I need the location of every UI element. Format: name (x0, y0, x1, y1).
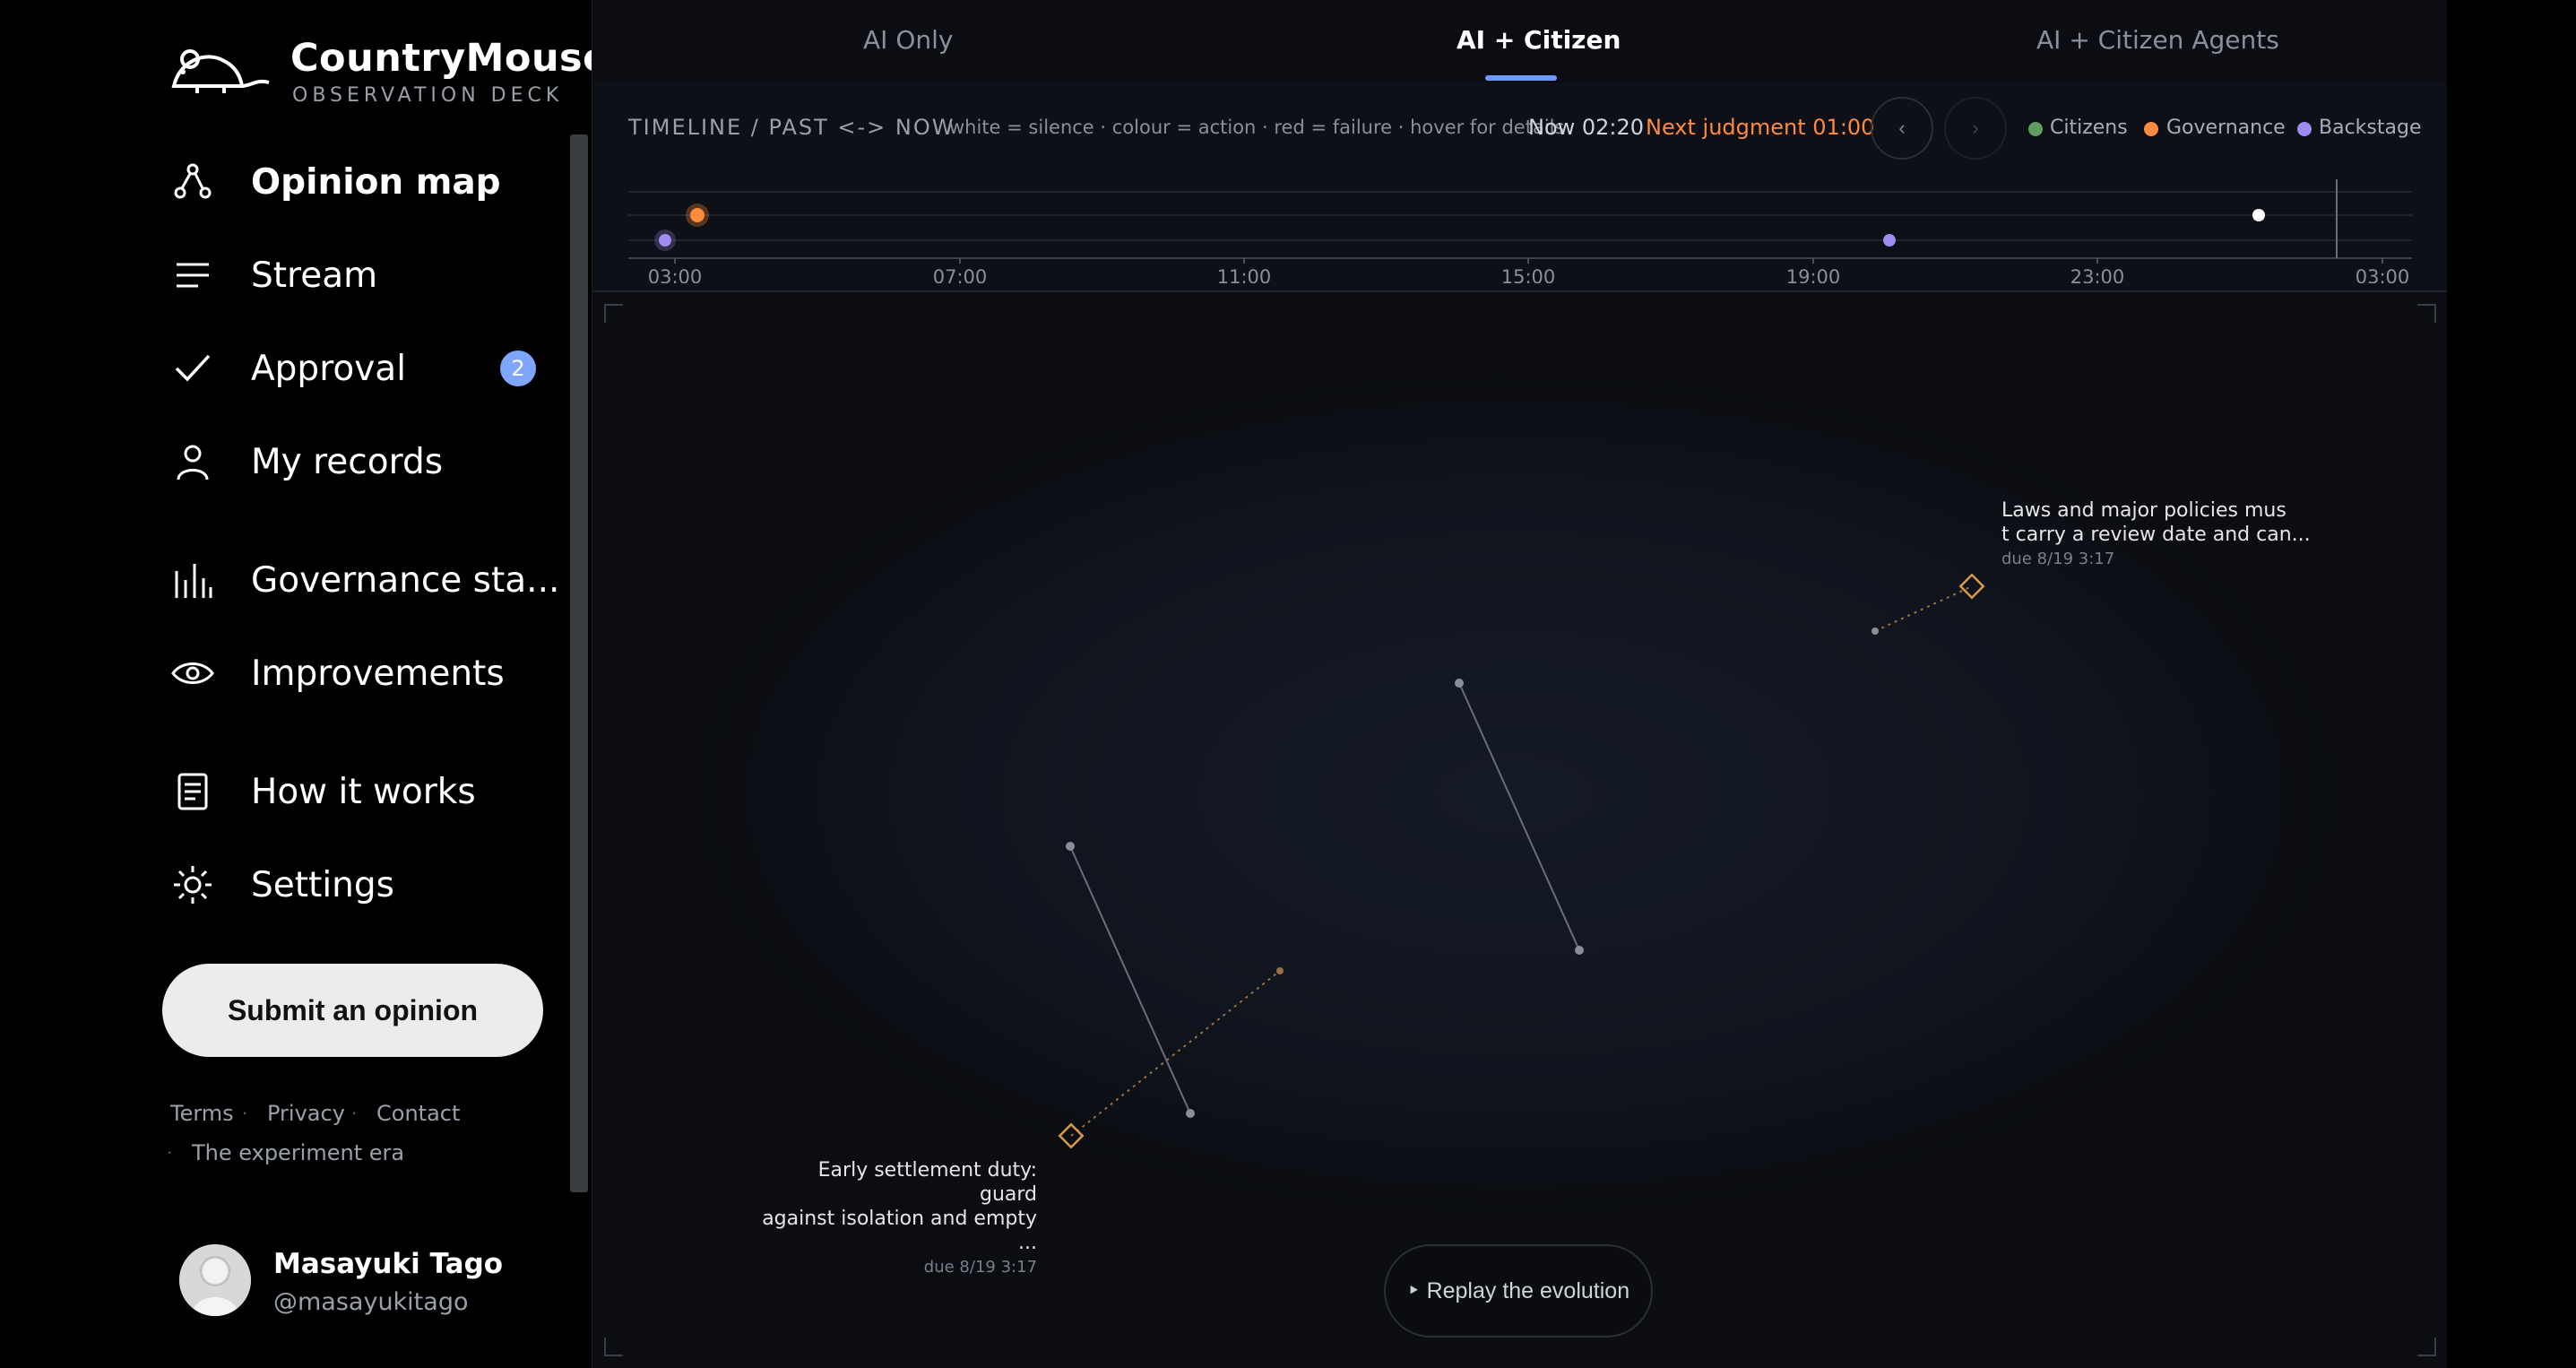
experiment-era-link[interactable]: The experiment era (192, 1140, 404, 1165)
timeline-panel: TIMELINE / PAST <-> NOW white = silence … (592, 82, 2448, 292)
tab-ai-only[interactable]: AI Only (863, 25, 953, 55)
user-handle: @masayukitago (273, 1288, 469, 1316)
submit-opinion-button[interactable]: Submit an opinion (162, 964, 543, 1057)
sidebar-item-label: Opinion map (251, 161, 501, 203)
footer-separator: · (242, 1103, 248, 1124)
timeline-tick-label: 07:00 (933, 266, 988, 283)
backstage-event-dot[interactable] (1883, 234, 1896, 247)
callout-text: Early settlement duty: guard (817, 1159, 1037, 1206)
legend-governance: Governance (2166, 117, 2286, 139)
sidebar-item-my-records[interactable]: My records (170, 430, 556, 493)
sidebar-item-settings[interactable]: Settings (170, 853, 556, 916)
tab-ai-citizen[interactable]: AI + Citizen (1457, 25, 1621, 55)
timeline-tick-label: 15:00 (1501, 266, 1556, 283)
footer-separator: · (351, 1103, 358, 1124)
brand-name: CountryMouse (290, 36, 609, 81)
sidebar-item-label: How it works (251, 771, 476, 812)
backstage-event-dot[interactable] (659, 234, 671, 247)
timeline-track[interactable]: 03:00 07:00 11:00 15:00 19:00 23:00 03:0… (628, 172, 2412, 283)
sidebar-item-opinion-map[interactable]: Opinion map (170, 151, 556, 213)
main-panel: AI Only AI + Citizen AI + Citizen Agents… (592, 0, 2448, 1368)
callout-text: against isolation and empty ... (762, 1208, 1037, 1254)
document-icon (170, 769, 215, 814)
active-tab-indicator (1485, 75, 1557, 81)
view-tabs: AI Only AI + Citizen AI + Citizen Agents (592, 0, 2448, 84)
timeline-tick-label: 03:00 (2356, 266, 2410, 283)
governance-event-dot[interactable] (690, 208, 705, 222)
sidebar-item-approval[interactable]: Approval 2 (170, 337, 556, 400)
opinion-node[interactable] (1871, 628, 1879, 635)
lines-icon (170, 253, 215, 298)
user-name: Masayuki Tago (273, 1248, 504, 1280)
sidebar-item-label: My records (251, 441, 444, 482)
opinion-node[interactable] (1455, 679, 1464, 688)
person-icon (170, 439, 215, 484)
timeline-next-button[interactable]: › (1944, 97, 2007, 160)
policy-callout-laws[interactable]: Laws and major policies mus t carry a re… (2001, 498, 2311, 571)
callout-due: due 8/19 3:17 (923, 1258, 1037, 1277)
governance-legend-dot (2144, 122, 2158, 136)
callout-text: t carry a review date and can... (2001, 524, 2311, 546)
timeline-title: TIMELINE / PAST <-> NOW (628, 115, 955, 140)
replay-evolution-button[interactable]: ‣ Replay the evolution (1384, 1244, 1653, 1338)
timeline-tick-label: 03:00 (648, 266, 703, 283)
brand-subtitle: OBSERVATION DECK (292, 84, 564, 107)
timeline-tick-label: 11:00 (1217, 266, 1272, 283)
brand-logo[interactable]: CountryMouse OBSERVATION DECK (170, 36, 609, 117)
timeline-tick-label: 23:00 (2070, 266, 2125, 283)
opinion-map-canvas[interactable]: Laws and major policies mus t carry a re… (592, 292, 2448, 1368)
check-icon (170, 346, 215, 391)
bar-chart-icon (170, 558, 215, 602)
tab-ai-citizen-agents[interactable]: AI + Citizen Agents (2036, 25, 2279, 55)
approval-count-badge: 2 (500, 351, 536, 386)
sidebar-scrollbar[interactable] (570, 134, 588, 1192)
callout-due: due 8/19 3:17 (2001, 550, 2115, 568)
timeline-now: Now 02:20 (1528, 115, 1645, 140)
terms-link[interactable]: Terms (170, 1101, 234, 1126)
right-margin (2447, 0, 2576, 1368)
legend-citizens: Citizens (2050, 117, 2128, 139)
sidebar-item-label: Improvements (251, 653, 505, 694)
timeline-tick-label: 19:00 (1786, 266, 1841, 283)
sidebar-item-label: Approval (251, 348, 407, 389)
sidebar-item-governance-stats[interactable]: Governance sta... (170, 549, 560, 611)
eye-icon (170, 651, 215, 696)
sidebar-item-stream[interactable]: Stream (170, 244, 556, 307)
contact-link[interactable]: Contact (376, 1101, 460, 1126)
privacy-link[interactable]: Privacy (267, 1101, 345, 1126)
opinion-node[interactable] (1186, 1109, 1195, 1118)
opinion-node[interactable] (1066, 842, 1075, 851)
sidebar-item-label: Settings (251, 864, 394, 905)
mouse-icon (171, 49, 270, 93)
avatar[interactable] (179, 1244, 251, 1316)
next-judgment: Next judgment 01:00 (1646, 115, 1875, 140)
sidebar: CountryMouse OBSERVATION DECK Opinion ma… (0, 0, 609, 1368)
opinion-node[interactable] (1575, 946, 1584, 955)
opinion-node[interactable] (1276, 967, 1284, 974)
silence-event-dot[interactable] (2252, 209, 2265, 221)
timeline-legend-text: white = silence · colour = action · red … (949, 117, 1565, 138)
callout-text: Laws and major policies mus (2001, 499, 2286, 522)
timeline-prev-button[interactable]: ‹ (1871, 97, 1933, 160)
footer-separator: · (167, 1142, 173, 1164)
sidebar-item-how-it-works[interactable]: How it works (170, 760, 556, 823)
legend-backstage: Backstage (2319, 117, 2422, 139)
citizens-legend-dot (2028, 122, 2043, 136)
sidebar-item-label: Stream (251, 255, 378, 296)
gear-icon (170, 862, 215, 907)
sidebar-item-improvements[interactable]: Improvements (170, 642, 556, 705)
network-icon (170, 160, 215, 204)
policy-callout-settlement[interactable]: Early settlement duty: guard against iso… (759, 1158, 1037, 1279)
backstage-legend-dot (2297, 122, 2312, 136)
sidebar-item-label: Governance sta... (251, 559, 560, 601)
